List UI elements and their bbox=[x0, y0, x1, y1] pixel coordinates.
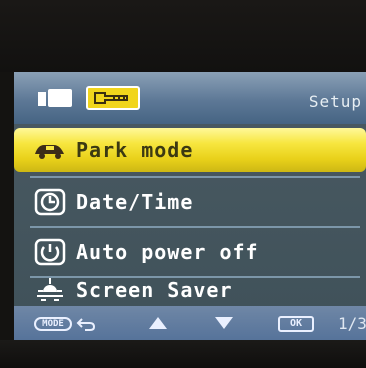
menu-item-park-mode[interactable]: Park mode bbox=[14, 128, 366, 172]
clock-icon bbox=[34, 188, 66, 216]
page-indicator: 1/3 bbox=[338, 314, 366, 333]
mode-button-label: MODE bbox=[42, 319, 64, 329]
device-bezel-bottom bbox=[0, 340, 366, 368]
back-arrow-icon[interactable] bbox=[76, 316, 96, 332]
device-bezel-top bbox=[0, 0, 366, 72]
tab-setup[interactable] bbox=[86, 86, 140, 110]
power-icon bbox=[34, 238, 66, 266]
mode-button[interactable]: MODE bbox=[34, 317, 72, 331]
header-bar: Setup bbox=[14, 72, 366, 124]
menu-item-label: Screen Saver bbox=[76, 278, 233, 302]
ok-button[interactable]: OK bbox=[278, 316, 314, 332]
wrench-icon bbox=[94, 92, 128, 104]
menu-item-label: Auto power off bbox=[76, 240, 259, 264]
camera-icon bbox=[38, 89, 72, 107]
page-title: Setup bbox=[308, 92, 362, 111]
sun-icon bbox=[37, 278, 63, 301]
footer-bar: MODE OK 1/3 bbox=[14, 306, 366, 340]
down-arrow-icon[interactable] bbox=[214, 316, 234, 330]
ok-button-label: OK bbox=[289, 318, 303, 329]
menu-item-label: Date/Time bbox=[76, 190, 194, 214]
menu-screen: Setup Park mode Date/Time Auto power off bbox=[14, 72, 366, 340]
up-arrow-icon[interactable] bbox=[148, 316, 168, 330]
tab-video[interactable] bbox=[36, 86, 76, 110]
menu-item-label: Park mode bbox=[76, 138, 194, 162]
menu-item-date-time[interactable]: Date/Time bbox=[14, 180, 366, 224]
divider bbox=[30, 226, 360, 228]
divider bbox=[30, 176, 360, 178]
car-shield-icon bbox=[35, 145, 64, 159]
